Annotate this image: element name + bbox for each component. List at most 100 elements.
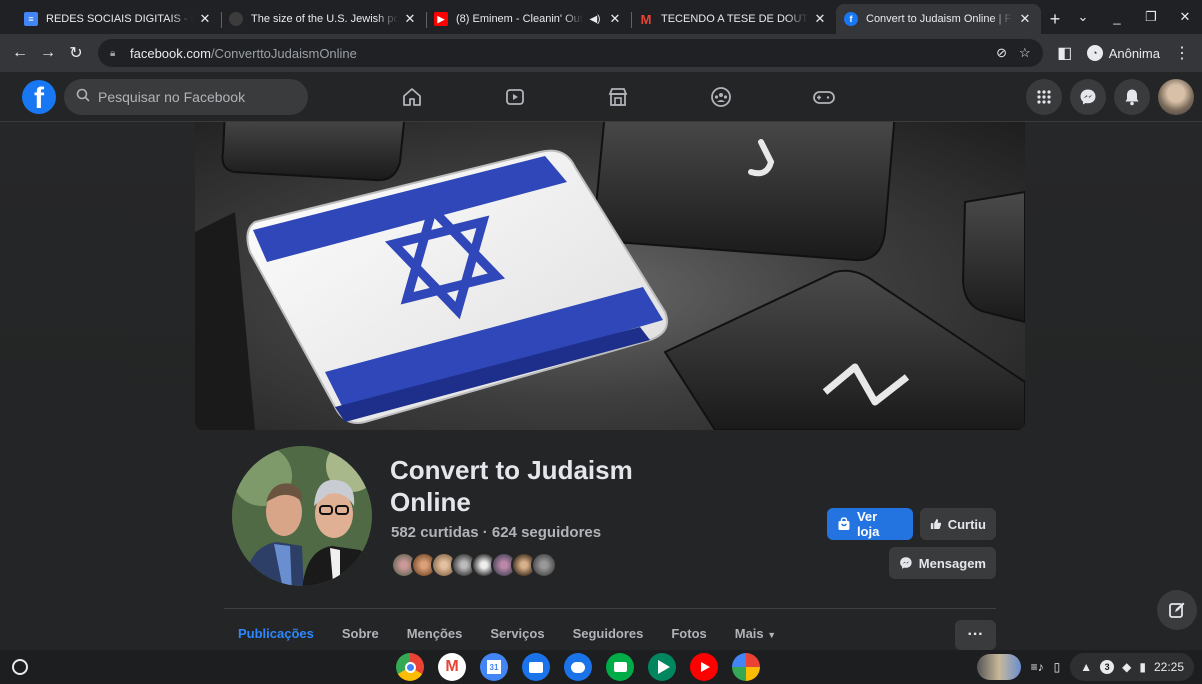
close-tab-icon[interactable]: ✕ (607, 11, 623, 27)
facebook-search-input[interactable]: Pesquisar no Facebook (64, 78, 308, 115)
incognito-icon: ◔ (1086, 45, 1103, 61)
holding-space-thumbnail[interactable] (976, 654, 1021, 680)
search-placeholder: Pesquisar no Facebook (98, 88, 246, 105)
caret-down-icon: ▼ (767, 630, 777, 640)
facebook-logo-icon[interactable]: f (22, 79, 56, 114)
message-button[interactable]: Mensagem (889, 547, 996, 579)
tab-tecendo-tese[interactable]: M TECENDO A TESE DE DOUTOR ✕ (631, 4, 836, 34)
gmail-icon[interactable]: M (438, 653, 466, 681)
notification-count-badge: 3 (1100, 660, 1115, 674)
new-message-button[interactable] (1157, 590, 1197, 630)
tab-search-icon[interactable]: ⌄ (1066, 4, 1100, 30)
cover-photo[interactable] (195, 122, 1025, 430)
search-icon (76, 88, 90, 105)
youtube-icon[interactable] (690, 653, 718, 681)
shop-button-label: Ver loja (856, 509, 880, 539)
messenger-icon[interactable] (1070, 79, 1106, 115)
menu-grid-icon[interactable] (1026, 79, 1062, 115)
liked-by-friends-avatars[interactable] (391, 552, 557, 578)
profile-picture[interactable] (228, 442, 376, 590)
menu-kebab-icon[interactable]: ⋮ (1168, 39, 1196, 67)
gmail-icon: M (640, 11, 652, 27)
photos-icon[interactable] (732, 653, 760, 681)
tab-servicos[interactable]: Serviços (476, 618, 558, 649)
address-bar[interactable]: 🔒︎ facebook.com/ConverttoJudaismOnline ⊘… (98, 39, 1043, 67)
account-avatar[interactable] (1158, 79, 1194, 115)
liked-button[interactable]: Curtiu (920, 508, 996, 540)
close-tab-icon[interactable]: ✕ (197, 11, 213, 27)
restore-icon[interactable]: ❐ (1134, 4, 1168, 30)
calendar-icon[interactable]: 31 (480, 653, 508, 681)
omnibox-actions: ⊘ ☆ (996, 45, 1031, 61)
wifi-icon: ◆ (1122, 660, 1132, 674)
side-panel-icon[interactable]: ◧ (1051, 39, 1079, 67)
window-controls: ⌄ _ ❐ ✕ (1066, 4, 1202, 30)
minimize-icon[interactable]: _ (1100, 4, 1134, 30)
facebook-header: f Pesquisar no Facebook (0, 72, 1202, 122)
groups-icon[interactable] (669, 72, 772, 122)
url-path: /ConverttoJudaismOnline (210, 45, 357, 61)
friend-avatar[interactable] (531, 552, 557, 578)
tab-mencoes[interactable]: Menções (393, 618, 477, 649)
tab-redes-sociais[interactable]: ≡ REDES SOCIAIS DIGITAIS - Doc ✕ (16, 4, 221, 34)
back-icon[interactable]: ← (6, 39, 34, 67)
reload-icon[interactable]: ↻ (62, 39, 90, 67)
messages-icon[interactable] (564, 653, 592, 681)
tab-sobre[interactable]: Sobre (328, 618, 393, 649)
page-stats[interactable]: 582 curtidas · 624 seguidores (391, 524, 601, 541)
gaming-icon[interactable] (772, 72, 875, 122)
phone-hub-icon[interactable]: ▯ (1054, 660, 1061, 674)
page-title: Convert to Judaism Online (390, 455, 633, 517)
tab-title: The size of the U.S. Jewish po (251, 13, 398, 25)
clock-time: 22:25 (1153, 660, 1184, 674)
tab-seguidores[interactable]: Seguidores (559, 618, 658, 649)
tab-fotos[interactable]: Fotos (657, 618, 720, 649)
bookmark-star-icon[interactable]: ☆ (1019, 45, 1031, 61)
shop-button[interactable]: Ver loja (827, 508, 913, 540)
new-tab-button[interactable]: + (1041, 4, 1069, 34)
system-tray: ≡♪ ▯ ▲ 3 ◆ ▮ 22:25 (976, 653, 1202, 681)
pinned-apps: M 31 (396, 653, 760, 681)
incognito-indicator[interactable]: ◔ Anônima (1079, 41, 1168, 65)
tab-jewish-population[interactable]: The size of the U.S. Jewish po ✕ (221, 4, 426, 34)
shop-icon (838, 517, 850, 530)
tab-convert-to-judaism[interactable]: f Convert to Judaism Online | F ✕ (836, 4, 1041, 34)
tab-title: REDES SOCIAIS DIGITAIS - Doc (46, 13, 193, 25)
tab-mais[interactable]: Mais ▼ (721, 618, 790, 649)
notifications-bell-icon[interactable] (1114, 79, 1150, 115)
meet-icon[interactable] (606, 653, 634, 681)
status-area[interactable]: ▲ 3 ◆ ▮ 22:25 (1070, 653, 1194, 681)
audio-icon[interactable]: ◀) (587, 14, 603, 25)
more-options-button[interactable]: ··· (955, 620, 996, 650)
youtube-icon: ▶ (434, 12, 448, 26)
launcher-icon[interactable] (12, 659, 28, 675)
tab-title: Convert to Judaism Online | F (866, 13, 1012, 25)
close-tab-icon[interactable]: ✕ (1017, 11, 1033, 27)
compose-icon (1169, 602, 1185, 618)
url-host: facebook.com (130, 45, 211, 61)
chrome-icon[interactable] (396, 653, 424, 681)
watch-icon[interactable] (463, 72, 566, 122)
battery-icon: ▮ (1139, 660, 1146, 674)
forward-icon[interactable]: → (34, 39, 62, 67)
close-tab-icon[interactable]: ✕ (402, 11, 418, 27)
facebook-icon: f (844, 12, 858, 26)
messenger-icon (900, 557, 912, 569)
home-icon[interactable] (360, 72, 463, 122)
browser-tab-strip: ≡ REDES SOCIAIS DIGITAIS - Doc ✕ The siz… (0, 0, 1202, 34)
media-controls-icon[interactable]: ≡♪ (1031, 660, 1044, 674)
tab-publicacoes[interactable]: Publicações (224, 618, 328, 649)
close-tab-icon[interactable]: ✕ (812, 11, 828, 27)
close-window-icon[interactable]: ✕ (1168, 4, 1202, 30)
facebook-main-nav (360, 72, 875, 122)
tracking-eye-off-icon[interactable]: ⊘ (996, 45, 1007, 61)
thumbs-up-icon (930, 518, 942, 530)
tab-mais-label: Mais (734, 626, 764, 641)
marketplace-icon[interactable] (566, 72, 669, 122)
page-tabs: Publicações Sobre Menções Serviços Segui… (224, 618, 790, 649)
tab-title: (8) Eminem - Cleanin' Out (456, 13, 583, 25)
play-store-icon[interactable] (648, 653, 676, 681)
tab-eminem[interactable]: ▶ (8) Eminem - Cleanin' Out ◀) ✕ (426, 4, 631, 34)
lock-icon[interactable]: 🔒︎ (110, 48, 120, 59)
files-icon[interactable] (522, 653, 550, 681)
